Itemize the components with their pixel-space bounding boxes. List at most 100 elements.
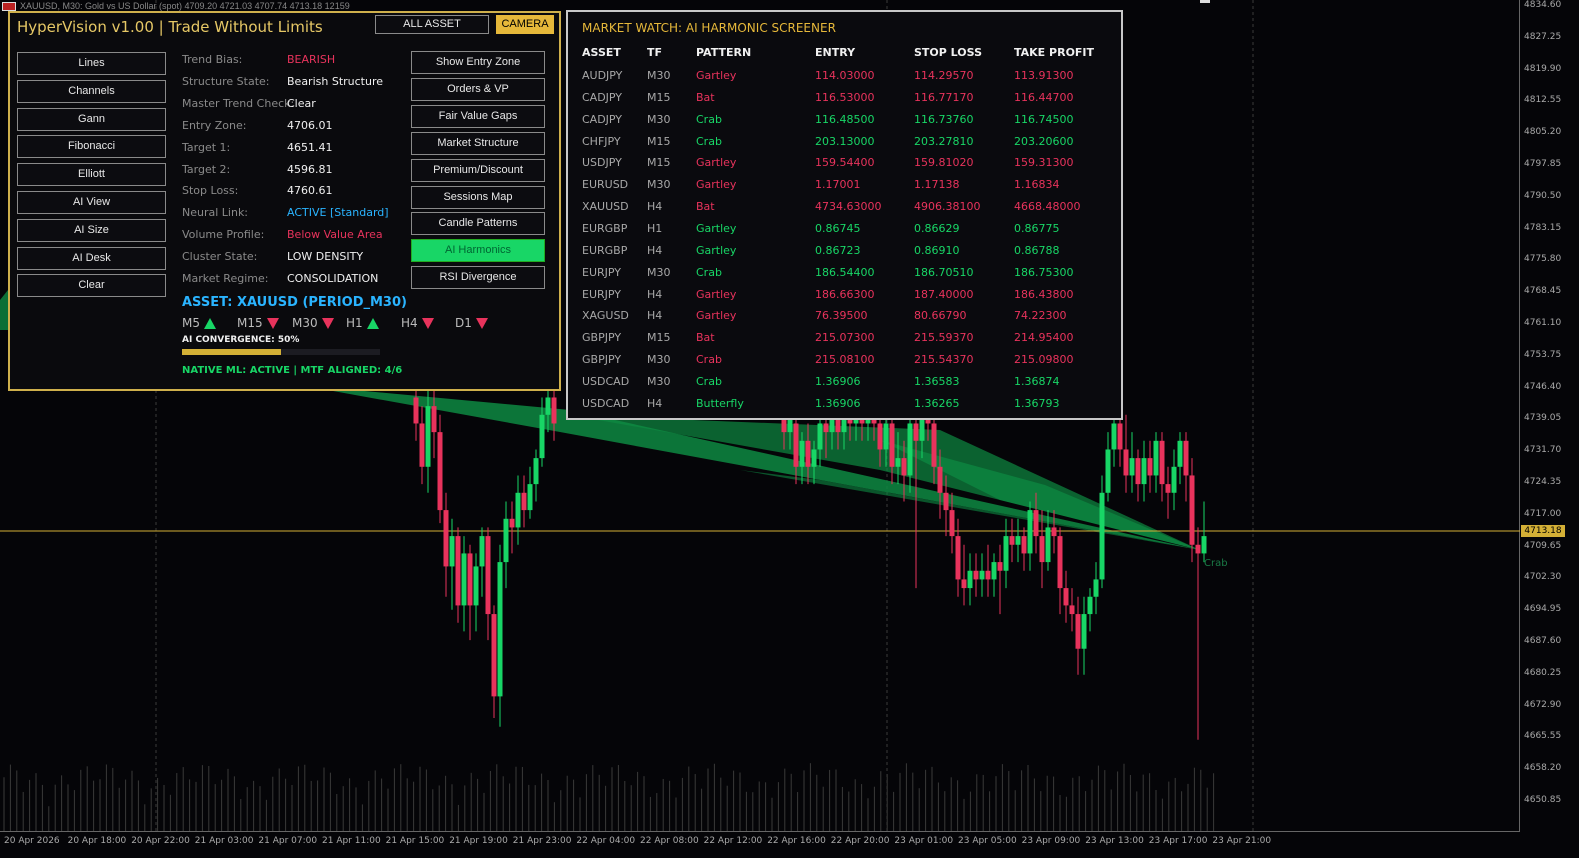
candle-body	[907, 423, 913, 476]
table-cell: 0.86723	[815, 243, 861, 257]
price-tick-label: 4672.90	[1524, 699, 1562, 710]
overlay-button-show-entry-zone[interactable]: Show Entry Zone	[411, 51, 545, 74]
tool-button-ai-size[interactable]: AI Size	[17, 218, 166, 242]
timeframe-m5: M5	[182, 316, 216, 330]
table-cell: 0.86910	[914, 243, 960, 257]
table-header: ENTRY	[815, 46, 856, 59]
candle-body	[1111, 423, 1117, 450]
tool-button-channels[interactable]: Channels	[17, 79, 166, 103]
price-axis[interactable]: 4834.60 4827.25 4819.90 4812.55 4805.20 4797.…	[1520, 0, 1579, 858]
time-tick-label: 23 Apr 17:00	[1148, 836, 1208, 846]
table-cell: 116.53000	[815, 90, 875, 104]
time-tick-label: 22 Apr 08:00	[640, 836, 699, 846]
table-cell: EURJPY	[582, 287, 621, 301]
timeframe-label: M30	[292, 316, 318, 330]
candle-body	[539, 414, 545, 459]
candle-body	[985, 570, 991, 580]
timeframe-trend-row: M5 M15 M30 H1 H4 D1	[182, 316, 512, 332]
table-cell: 1.36874	[1014, 374, 1060, 388]
price-tick-label: 4746.40	[1524, 381, 1562, 392]
overlay-button-orders-vp[interactable]: Orders & VP	[411, 77, 545, 101]
table-cell: 1.36265	[914, 396, 960, 410]
candle-body	[455, 536, 461, 606]
table-header: STOP LOSS	[914, 46, 982, 59]
table-cell: M15	[647, 156, 671, 170]
table-cell: 74.22300	[1014, 309, 1067, 323]
tool-button-fibonacci[interactable]: Fibonacci	[17, 135, 166, 159]
price-tick-label: 4709.65	[1524, 540, 1562, 551]
hypervision-panel: HyperVision v1.00 | Trade Without Limits…	[8, 11, 561, 391]
candle-body	[1153, 440, 1159, 476]
timeframe-h4: H4	[401, 316, 434, 330]
current-price-tag: 4713.18	[1521, 525, 1565, 537]
all-asset-button[interactable]: ALL ASSET	[375, 15, 489, 34]
info-value: ACTIVE [Standard]	[287, 206, 389, 220]
candle-body	[1129, 458, 1135, 476]
candle-body	[443, 510, 449, 567]
camera-button[interactable]: CAMERA	[496, 15, 554, 34]
table-cell: M30	[647, 265, 671, 279]
overlay-button-candle-patterns[interactable]: Candle Patterns	[411, 212, 545, 236]
price-tick-label: 4650.85	[1524, 795, 1562, 805]
table-cell: H4	[647, 287, 663, 301]
table-cell: 203.20600	[1014, 134, 1074, 148]
time-tick-label: 21 Apr 15:00	[385, 836, 445, 846]
candle-body	[961, 579, 967, 589]
native-ml-status: NATIVE ML: ACTIVE | MTF ALIGNED: 4/6	[182, 365, 403, 376]
table-cell: 186.43800	[1014, 287, 1074, 301]
tool-button-clear[interactable]: Clear	[17, 274, 166, 298]
candle-body	[943, 492, 949, 511]
overlay-button-fair-value-gaps[interactable]: Fair Value Gaps	[411, 104, 545, 128]
overlay-button-rsi-divergence[interactable]: RSI Divergence	[411, 266, 545, 290]
candle-body	[1081, 614, 1087, 649]
time-axis[interactable]: 20 Apr 2026 20 Apr 18:00 20 Apr 22:00 21 Ap…	[0, 832, 1520, 858]
table-cell: 215.09800	[1014, 353, 1074, 367]
timeframe-m30: M30	[292, 316, 334, 330]
candle-body	[1039, 536, 1045, 563]
table-cell: 215.07300	[815, 331, 875, 345]
info-label: Stop Loss:	[182, 184, 239, 198]
table-cell: GBPJPY	[582, 353, 622, 367]
candle-body	[811, 449, 817, 467]
tool-button-lines[interactable]: Lines	[17, 52, 166, 75]
candle-body	[805, 440, 811, 467]
table-cell: M15	[647, 331, 671, 345]
table-cell: 215.54370	[914, 353, 974, 367]
tool-button-ai-view[interactable]: AI View	[17, 191, 166, 214]
candle-body	[991, 562, 997, 580]
info-label: Trend Bias:	[182, 53, 243, 66]
price-tick-label: 4731.70	[1524, 445, 1562, 456]
table-cell: 203.27810	[914, 134, 974, 148]
candle-body	[1093, 579, 1099, 597]
overlay-button-ai-harmonics[interactable]: AI Harmonics	[411, 239, 545, 263]
overlay-button-sessions-map[interactable]: Sessions Map	[411, 185, 545, 209]
time-tick-label: 21 Apr 19:00	[449, 836, 508, 846]
table-cell: XAUUSD	[582, 200, 629, 214]
table-cell: 0.86629	[914, 221, 960, 235]
table-cell: XAGUSD	[582, 309, 629, 323]
table-cell: M30	[647, 112, 671, 126]
candle-body	[479, 536, 485, 567]
table-cell: 186.75300	[1014, 265, 1074, 279]
tool-button-ai-desk[interactable]: AI Desk	[17, 246, 166, 270]
overlay-button-premium-discount[interactable]: Premium/Discount	[411, 158, 545, 182]
arrow-down-icon	[266, 318, 279, 329]
candle-body	[1009, 536, 1015, 545]
table-cell: Bat	[696, 200, 715, 214]
flag-icon	[2, 2, 16, 11]
overlay-button-market-structure[interactable]: Market Structure	[411, 131, 545, 155]
timeframe-label: H1	[346, 316, 363, 330]
candle-body	[461, 553, 467, 606]
table-cell: Crab	[696, 353, 722, 367]
table-cell: EURGBP	[582, 243, 628, 257]
candle-body	[1201, 536, 1207, 554]
arrow-down-icon	[421, 318, 434, 329]
candle-body	[1021, 536, 1027, 554]
table-cell: CHFJPY	[582, 134, 621, 148]
tool-button-gann[interactable]: Gann	[17, 107, 166, 131]
tool-button-elliott[interactable]: Elliott	[17, 163, 166, 187]
candle-body	[1003, 536, 1009, 571]
convergence-bar-fill	[182, 349, 281, 355]
table-cell: Bat	[696, 331, 715, 345]
table-cell: Gartley	[696, 69, 737, 82]
